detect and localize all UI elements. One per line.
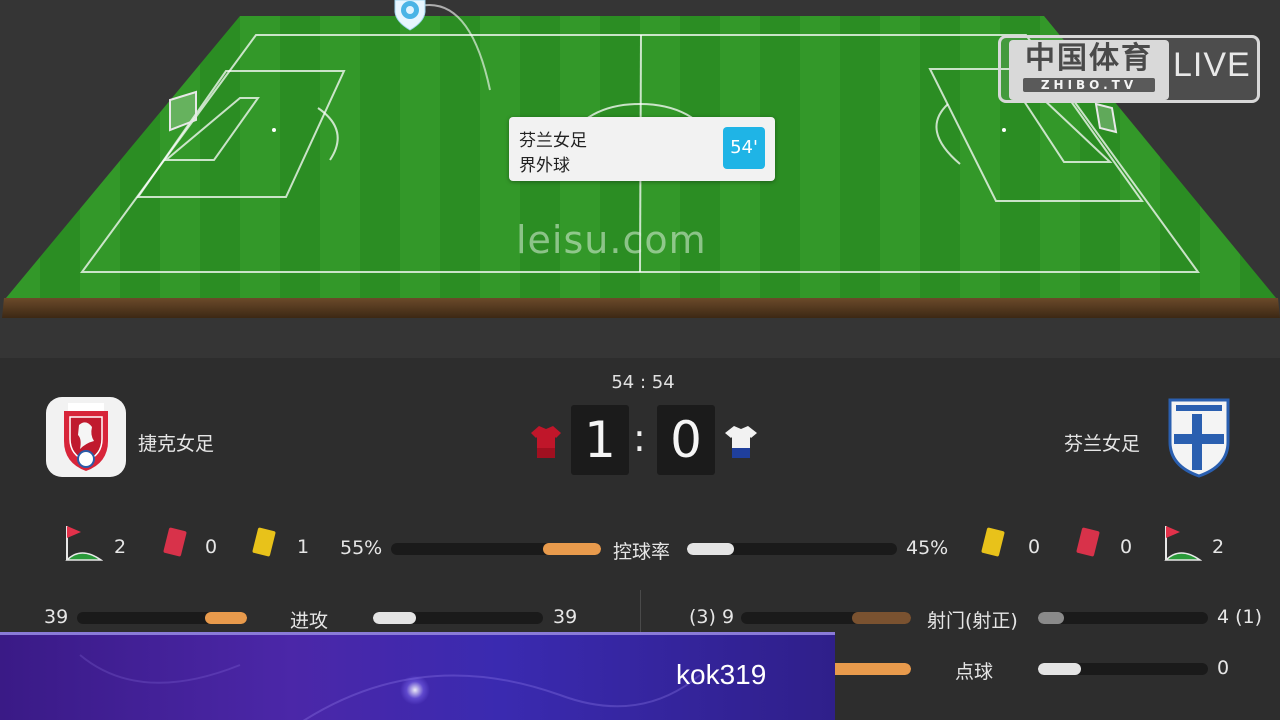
home-possession-fill (543, 543, 601, 555)
home-score: 1 (571, 405, 629, 475)
away-red-card-icon (1075, 526, 1103, 564)
away-red-cards-count: 0 (1120, 536, 1133, 558)
event-description: 界外球 (519, 156, 570, 176)
home-red-cards-count: 0 (205, 536, 218, 558)
away-corners-count: 2 (1212, 536, 1225, 558)
home-attacks-value: 39 (44, 606, 69, 628)
away-penalties-value: 0 (1217, 657, 1230, 679)
match-clock: 54 : 54 (611, 372, 675, 393)
czech-fa-crest-icon (64, 403, 108, 471)
home-yellow-card-icon (251, 526, 279, 564)
away-yellow-cards-count: 0 (1028, 536, 1041, 558)
home-yellow-cards-count: 1 (297, 536, 310, 558)
away-yellow-card-icon (980, 526, 1008, 564)
overlay-glow-icon (400, 675, 430, 705)
event-team-label: 芬兰女足 (519, 131, 587, 151)
home-shots-fill (852, 612, 911, 624)
right-goal (1094, 102, 1118, 134)
away-possession-fill (687, 543, 735, 555)
home-possession-value: 55% (340, 537, 383, 559)
event-minute-badge: 54' (723, 127, 765, 169)
away-possession-bar (687, 543, 897, 555)
away-team-crest[interactable] (1166, 396, 1232, 482)
away-penalties-bar (1038, 663, 1208, 675)
broadcaster-logo-cn: 中国体育 (1025, 41, 1153, 76)
broadcaster-logo-mark: 中国体育 ZHIBO.TV (1009, 40, 1169, 100)
home-shots-value: (3) 9 (689, 606, 735, 628)
away-score: 0 (657, 405, 715, 475)
pitch-soil-edge (2, 298, 1280, 318)
shots-label: 射门(射正) (927, 610, 1018, 632)
broadcaster-logo: 中国体育 ZHIBO.TV LIVE (998, 35, 1260, 103)
streamer-overlay-banner: kok319 (0, 632, 835, 720)
away-attacks-bar (373, 612, 543, 624)
away-possession-value: 45% (906, 537, 949, 559)
away-attacks-fill (373, 612, 416, 624)
home-attacks-fill (204, 612, 247, 624)
possession-label: 控球率 (613, 541, 671, 563)
away-shots-fill (1038, 612, 1065, 624)
home-team-crest[interactable] (46, 397, 126, 477)
home-corners-count: 2 (114, 536, 127, 558)
pitch-area: leisu.com 芬兰女足 界外球 54' 中国体育 ZHIBO.TV LIV… (0, 0, 1280, 358)
away-penalties-fill (1038, 663, 1081, 675)
watermark-text: leisu.com (516, 218, 707, 262)
penalties-label: 点球 (955, 661, 994, 683)
home-possession-bar (391, 543, 601, 555)
home-team-name[interactable]: 捷克女足 (138, 429, 214, 456)
home-kit-icon (530, 424, 562, 464)
streamer-name: kok319 (676, 659, 767, 690)
away-attacks-value: 39 (553, 606, 578, 628)
away-corner-flag-icon (1160, 524, 1203, 568)
home-red-card-icon (162, 526, 190, 564)
score-separator: : (633, 416, 646, 460)
finland-fa-crest-icon (1168, 398, 1230, 478)
broadcaster-logo-sub: ZHIBO.TV (1023, 78, 1155, 92)
home-shots-bar (741, 612, 911, 624)
live-label: LIVE (1173, 46, 1251, 84)
attacks-label: 进攻 (290, 610, 329, 632)
home-corner-flag-icon (61, 524, 104, 568)
home-penalties-fill (826, 663, 911, 675)
away-team-name[interactable]: 芬兰女足 (1064, 429, 1140, 456)
away-kit-icon (724, 424, 758, 464)
event-popup: 芬兰女足 界外球 54' (509, 117, 775, 181)
away-shots-value: 4 (1) (1217, 606, 1263, 628)
away-shots-bar (1038, 612, 1208, 624)
home-attacks-bar (77, 612, 247, 624)
